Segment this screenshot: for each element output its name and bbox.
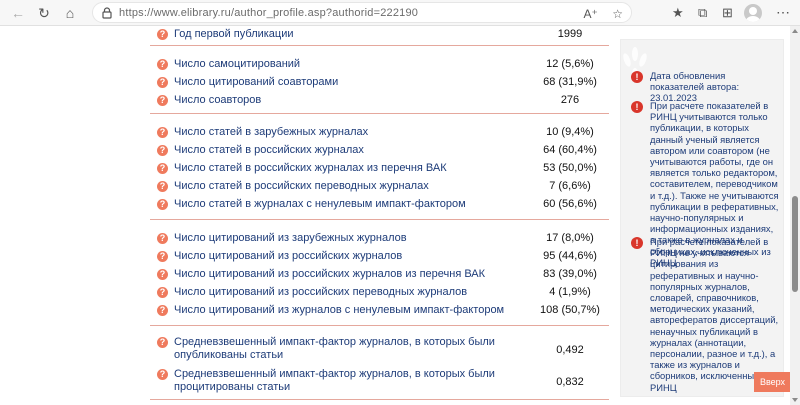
- stat-label[interactable]: Число статей в российских журналах: [174, 144, 524, 157]
- section-articles: ? Число статей в зарубежных журналах 10 …: [150, 114, 609, 220]
- note-text: Дата обновления показателей автора: 23.0…: [650, 70, 740, 104]
- exclamation-icon: !: [631, 71, 643, 83]
- stat-label[interactable]: Число цитирований из российских переводн…: [174, 286, 524, 299]
- lock-icon[interactable]: [100, 6, 114, 20]
- stat-value: 0,492: [556, 344, 584, 356]
- stat-value: 95 (44,6%): [543, 250, 597, 262]
- scroll-up-arrow-icon[interactable]: [792, 29, 798, 33]
- stat-label[interactable]: Средневзвешенный импакт-фактор журналов,…: [174, 368, 524, 394]
- section-impact-factor: ? Средневзвешенный импакт-фактор журнало…: [150, 326, 609, 400]
- question-icon[interactable]: ?: [157, 29, 168, 40]
- read-aloud-icon[interactable]: A⁺: [583, 6, 597, 22]
- stat-value: 108 (50,7%): [540, 304, 600, 316]
- profile-avatar[interactable]: [744, 4, 762, 22]
- question-icon[interactable]: ?: [157, 251, 168, 262]
- stat-row: ? Число статей в российских переводных ж…: [150, 178, 609, 196]
- stat-value: 10 (9,4%): [546, 126, 594, 138]
- collections-icon[interactable]: ⧉: [698, 4, 707, 22]
- stat-label[interactable]: Число соавторов: [174, 94, 524, 107]
- stat-label[interactable]: Число статей в российских переводных жур…: [174, 180, 524, 193]
- stat-value: 17 (8,0%): [546, 232, 594, 244]
- stat-value: 7 (6,6%): [549, 180, 591, 192]
- info-panel: ! Дата обновления показателей автора: 23…: [620, 39, 784, 397]
- page-scrollbar[interactable]: [790, 26, 800, 405]
- section-citations: ? Число самоцитирований 12 (5,6%) ? Числ…: [150, 46, 609, 114]
- scrollbar-thumb[interactable]: [792, 196, 798, 292]
- stat-value: 12 (5,6%): [546, 58, 594, 70]
- question-icon[interactable]: ?: [157, 77, 168, 88]
- stat-value: 68 (31,9%): [543, 76, 597, 88]
- stat-row: ? Число самоцитирований 12 (5,6%): [150, 56, 609, 74]
- question-icon[interactable]: ?: [157, 369, 168, 380]
- stat-row: ? Число цитирований из российских журнал…: [150, 248, 609, 266]
- stat-label[interactable]: Число цитирований из российских журналов…: [174, 268, 524, 281]
- stat-value: 83 (39,0%): [543, 268, 597, 280]
- scroll-to-top-button[interactable]: Вверх: [754, 372, 791, 392]
- stat-value: 64 (60,4%): [543, 144, 597, 156]
- question-icon[interactable]: ?: [157, 199, 168, 210]
- question-icon[interactable]: ?: [157, 337, 168, 348]
- stat-label[interactable]: Число цитирований из российских журналов: [174, 250, 524, 263]
- section-first-publication: ? Год первой публикации 1999: [150, 26, 609, 46]
- stat-row: ? Число статей в журналах с ненулевым им…: [150, 196, 609, 214]
- author-stats-table: ? Год первой публикации 1999 ? Число сам…: [150, 26, 609, 400]
- stat-value: 0,832: [556, 376, 584, 388]
- refresh-icon[interactable]: ↻: [34, 3, 54, 23]
- stat-value: 53 (50,0%): [543, 162, 597, 174]
- back-arrow-icon[interactable]: ←: [8, 3, 28, 23]
- question-icon[interactable]: ?: [157, 127, 168, 138]
- note-text: При расчете показателей в РИНЦ не учитыв…: [650, 236, 779, 393]
- url-text[interactable]: https://www.elibrary.ru/author_profile.a…: [119, 5, 418, 21]
- question-icon[interactable]: ?: [157, 305, 168, 316]
- question-icon[interactable]: ?: [157, 95, 168, 106]
- exclamation-icon: !: [631, 237, 643, 249]
- stat-row: ? Число цитирований из журналов с ненуле…: [150, 302, 609, 320]
- stat-label[interactable]: Число самоцитирований: [174, 58, 524, 71]
- stat-label[interactable]: Число статей в зарубежных журналах: [174, 126, 524, 139]
- stat-row: ? Средневзвешенный импакт-фактор журнало…: [150, 334, 609, 366]
- question-icon[interactable]: ?: [157, 269, 168, 280]
- stat-value: 4 (1,9%): [549, 286, 591, 298]
- stat-row: ? Число цитирований соавторами 68 (31,9%…: [150, 74, 609, 92]
- stat-value: 276: [560, 94, 580, 106]
- stat-label[interactable]: Число цитирований из зарубежных журналов: [174, 232, 524, 245]
- home-icon[interactable]: ⌂: [60, 3, 80, 23]
- stat-row: ? Число статей в российских журналах 64 …: [150, 142, 609, 160]
- scroll-down-arrow-icon[interactable]: [792, 398, 798, 402]
- stat-row: ? Число цитирований из зарубежных журнал…: [150, 230, 609, 248]
- page-content: ? Год первой публикации 1999 ? Число сам…: [0, 26, 791, 405]
- favorites-list-icon[interactable]: ★: [672, 4, 684, 22]
- favorite-icon[interactable]: ☆: [612, 6, 623, 22]
- stat-row: ? Число статей в зарубежных журналах 10 …: [150, 124, 609, 142]
- address-bar[interactable]: https://www.elibrary.ru/author_profile.a…: [92, 2, 632, 23]
- stat-row: ? Число цитирований из российских журнал…: [150, 266, 609, 284]
- stat-label[interactable]: Год первой публикации: [174, 28, 524, 41]
- stat-label[interactable]: Число цитирований из журналов с ненулевы…: [174, 304, 524, 317]
- stat-row: ? Число соавторов 276: [150, 92, 609, 110]
- decorative-flower-icon: [623, 47, 647, 80]
- browser-toolbar: ← ↻ ⌂ https://www.elibrary.ru/author_pro…: [0, 0, 800, 26]
- stat-label[interactable]: Число цитирований соавторами: [174, 76, 524, 89]
- question-icon[interactable]: ?: [157, 163, 168, 174]
- question-icon[interactable]: ?: [157, 181, 168, 192]
- stat-row: ? Средневзвешенный импакт-фактор журнало…: [150, 366, 609, 398]
- question-icon[interactable]: ?: [157, 145, 168, 156]
- extensions-icon[interactable]: ⊞: [722, 4, 733, 22]
- question-icon[interactable]: ?: [157, 233, 168, 244]
- question-icon[interactable]: ?: [157, 59, 168, 70]
- stat-row: ? Число цитирований из российских перево…: [150, 284, 609, 302]
- question-icon[interactable]: ?: [157, 287, 168, 298]
- stat-value: 1999: [557, 28, 583, 40]
- exclamation-icon: !: [631, 101, 643, 113]
- stat-row: ? Год первой публикации 1999: [150, 26, 609, 44]
- stat-row: ? Число статей в российских журналах из …: [150, 160, 609, 178]
- section-citing-journals: ? Число цитирований из зарубежных журнал…: [150, 220, 609, 326]
- stat-label[interactable]: Средневзвешенный импакт-фактор журналов,…: [174, 336, 524, 362]
- stat-label[interactable]: Число статей в журналах с ненулевым импа…: [174, 198, 524, 211]
- more-icon[interactable]: ⋯: [776, 4, 791, 21]
- stat-value: 60 (56,6%): [543, 198, 597, 210]
- stat-label[interactable]: Число статей в российских журналах из пе…: [174, 162, 524, 175]
